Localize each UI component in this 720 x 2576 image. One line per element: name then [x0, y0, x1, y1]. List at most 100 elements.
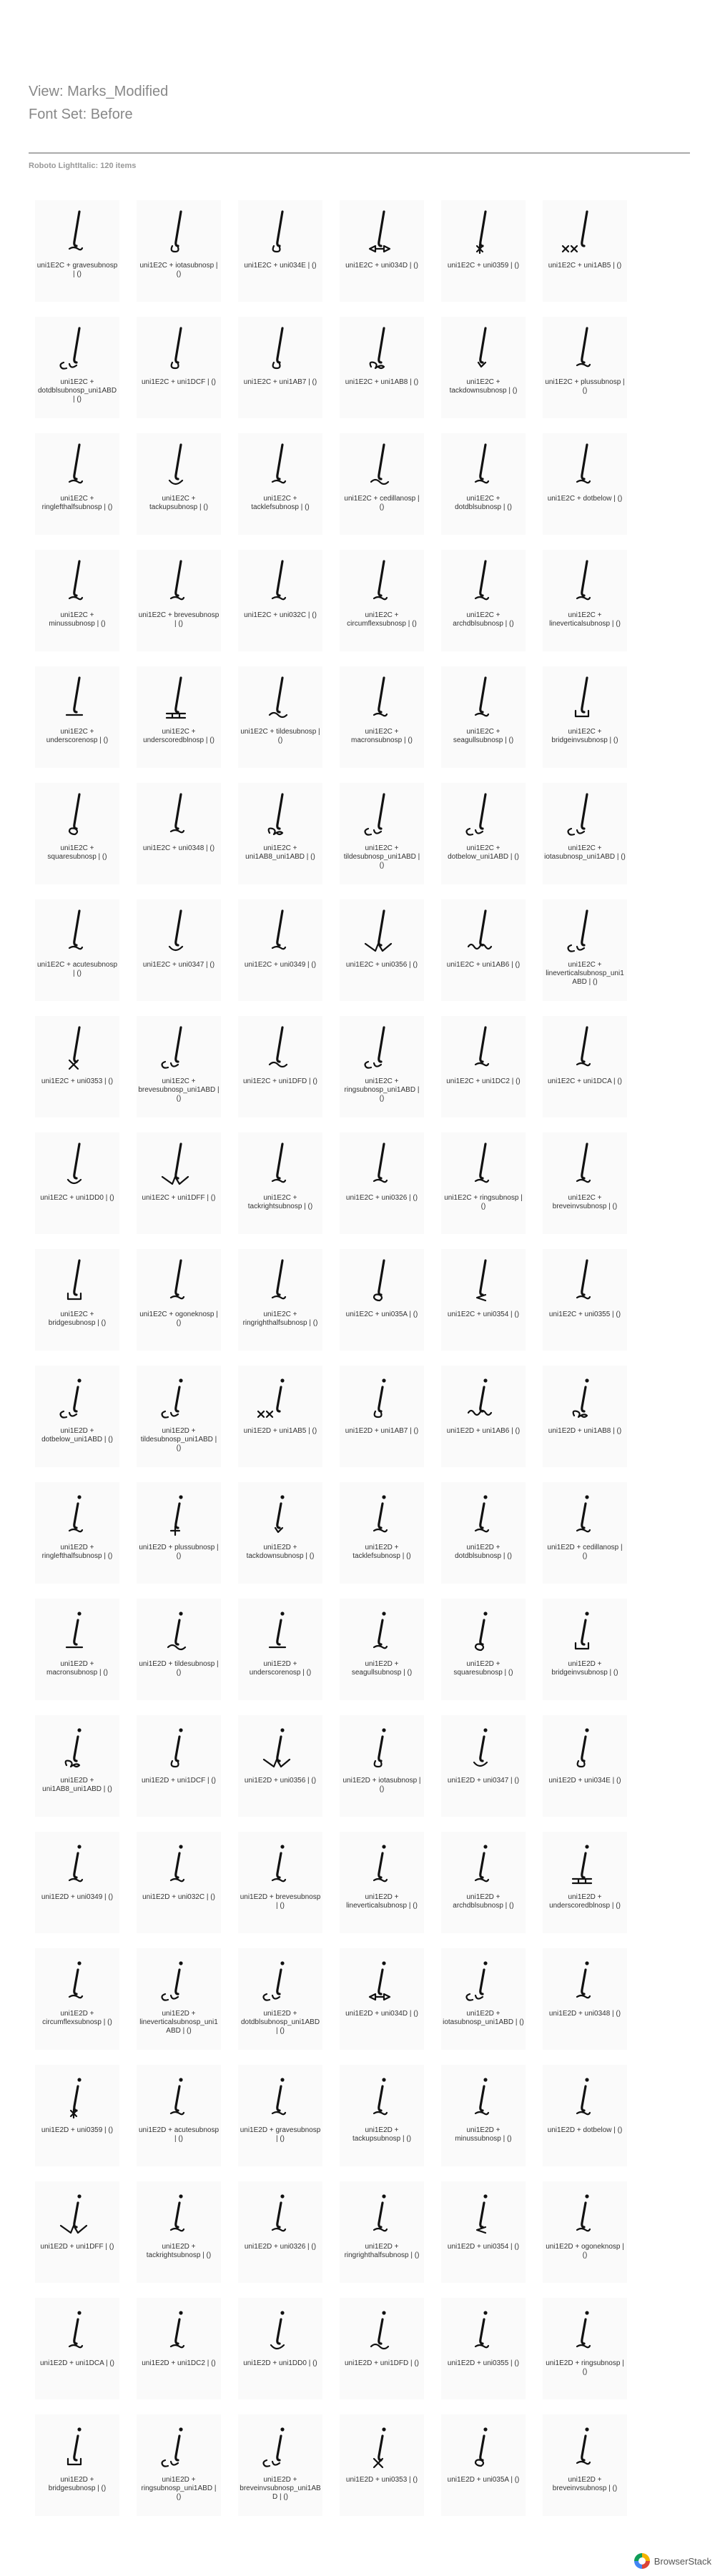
- glyph-stem: [276, 1502, 282, 1529]
- glyph-tile: uni1E2C + brevesubnosp_uni1ABD | (): [137, 1016, 221, 1117]
- glyph-dot: [585, 1378, 589, 1383]
- glyph-mark: [576, 2111, 591, 2116]
- glyph-image: [170, 1728, 183, 1768]
- glyph-image: [68, 1845, 84, 1882]
- glyph-dot: [382, 2311, 386, 2315]
- glyph-dot: [585, 1495, 589, 1499]
- glyph-caption: uni1E2C + uni034D | (): [345, 262, 418, 270]
- glyph-caption: uni1E2C + acutesubnosp | (): [36, 961, 118, 977]
- glyph-stem: [581, 2318, 587, 2345]
- glyph-mark: [576, 1994, 591, 1999]
- glyph-tile: uni1E2D + ringsubnosp_uni1ABD | (): [137, 2414, 221, 2516]
- glyph-caption: uni1E2D + iotasubnosp_uni1ABD | (): [443, 2010, 524, 2026]
- glyph-caption: uni1E2D + macronsubnosp | (): [46, 1660, 108, 1677]
- glyph-image: [161, 1961, 183, 2001]
- glyph-image: [465, 1961, 488, 2001]
- glyph-tile: uni1E2C + lineverticalsubnosp | (): [543, 550, 627, 651]
- glyph-image: [170, 327, 182, 370]
- glyph-image: [169, 2311, 185, 2349]
- glyph-image: [169, 793, 185, 834]
- glyph-stem: [73, 2201, 79, 2229]
- glyph-stem: [174, 1968, 181, 1995]
- glyph-mark: [66, 1178, 82, 1185]
- glyph-stem: [581, 676, 588, 714]
- glyph-caption: uni1E2C + breveinvsubnosp | (): [552, 1194, 618, 1210]
- glyph-stem: [174, 1852, 181, 1879]
- glyph-tile: uni1E2C + ringrighthalfsubnosp | (): [238, 1249, 322, 1351]
- glyph-caption: uni1E2D + tacklefsubnosp | (): [352, 1544, 411, 1560]
- glyph-caption: uni1E2D + uni1DFF | (): [40, 2243, 114, 2251]
- glyph-mark: [271, 1295, 287, 1300]
- glyph-tile: uni1E2D + uni1DD0 | (): [238, 2298, 322, 2399]
- glyph-mark: [262, 1993, 281, 2001]
- glyph-mark: [467, 1409, 493, 1416]
- glyph-mark: [567, 827, 586, 836]
- glyph-stem: [174, 210, 182, 247]
- glyph-dot: [280, 1728, 285, 1732]
- glyph-image: [68, 210, 84, 251]
- glyph-stem: [73, 1386, 79, 1413]
- glyph-mark: [576, 479, 591, 484]
- glyph-caption: uni1E2D + ringsubnosp | (): [546, 2359, 624, 2376]
- glyph-caption: uni1E2D + tackupsubnosp | (): [352, 2126, 412, 2143]
- glyph-mark: [169, 829, 185, 834]
- glyph-stem: [174, 793, 182, 830]
- glyph-caption: uni1E2C + tackdownsubnosp | (): [449, 378, 518, 395]
- glyph-mark: [169, 1877, 185, 1882]
- glyph-tile: uni1E2C + ogoneknosp | (): [137, 1249, 221, 1351]
- glyph-tile: uni1E2C + uni0349 | (): [238, 899, 322, 1001]
- glyph-stem: [479, 2318, 485, 2345]
- glyph-caption: uni1E2D + dotbelow | (): [547, 2126, 623, 2134]
- glyph-dot: [483, 1378, 488, 1383]
- glyph-caption: uni1E2D + dotdblsubnosp_uni1ABD | (): [240, 2010, 320, 2035]
- glyph-mark: [373, 1293, 383, 1302]
- glyph-image: [474, 1845, 490, 1882]
- glyph-caption: uni1E2D + cedillanosp | (): [547, 1544, 623, 1560]
- glyph-image: [66, 1259, 82, 1301]
- glyph-tile: uni1E2D + uni0347 | (): [441, 1715, 526, 1817]
- glyph-stem: [276, 327, 284, 364]
- glyph-tile: uni1E2C + dotbelow | (): [543, 433, 627, 535]
- glyph-mark: [257, 1410, 274, 1418]
- glyph-dot: [179, 2194, 183, 2199]
- glyph-dot: [280, 1961, 285, 1965]
- glyph-mark: [474, 2459, 485, 2467]
- glyph-image: [567, 793, 588, 836]
- glyph-stem: [581, 1143, 588, 1180]
- glyph-caption: uni1E2D + breveinvsubnosp_uni1ABD | (): [240, 2476, 321, 2501]
- glyph-caption: uni1E2C + uni1AB8 | (): [345, 378, 419, 386]
- glyph-mark: [271, 479, 287, 484]
- glyph-image: [364, 793, 385, 836]
- glyph-tile: uni1E2D + uni035A | (): [441, 2414, 526, 2516]
- glyph-tile: uni1E2C + tackupsubnosp | (): [137, 433, 221, 535]
- glyph-stem: [276, 2318, 282, 2345]
- glyph-stem: [73, 793, 81, 830]
- glyph-tile: uni1E2D + uni032C | (): [137, 1832, 221, 1933]
- glyph-tile: uni1E2D + tildesubnosp | (): [137, 1599, 221, 1700]
- glyph-caption: uni1E2C + ogoneknosp | (): [139, 1311, 218, 1327]
- glyph-image: [576, 1961, 591, 1999]
- glyph-tile: uni1E2D + uni034E | (): [543, 1715, 627, 1817]
- glyph-caption: uni1E2C + tackrightsubnosp | (): [247, 1194, 313, 1210]
- glyph-caption: uni1E2C + uni035A | (): [345, 1311, 418, 1318]
- glyph-mark: [262, 1758, 291, 1768]
- glyph-tile: uni1E2D + uni0348 | (): [543, 1948, 627, 2050]
- glyph-tile: uni1E2C + uni1DCA | (): [543, 1016, 627, 1117]
- glyph-caption: uni1E2C + uni1AB5 | (): [548, 262, 622, 270]
- glyph-tile: uni1E2D + uni0349 | (): [35, 1832, 119, 1933]
- glyph-stem: [378, 327, 385, 364]
- glyph-image: [169, 1495, 183, 1536]
- glyph-stem: [174, 909, 182, 947]
- glyph-image: [373, 1728, 386, 1768]
- glyph-image: [574, 1612, 590, 1650]
- glyph-stem: [581, 327, 588, 364]
- glyph-mark: [68, 596, 84, 601]
- glyph-dot: [382, 2078, 386, 2082]
- glyph-stem: [581, 560, 588, 597]
- glyph-stem: [581, 1968, 587, 1995]
- glyph-mark: [271, 2111, 287, 2116]
- glyph-mark: [475, 1293, 487, 1302]
- glyph-mark: [370, 2343, 390, 2350]
- glyph-stem: [276, 1026, 284, 1063]
- glyph-image: [272, 327, 284, 370]
